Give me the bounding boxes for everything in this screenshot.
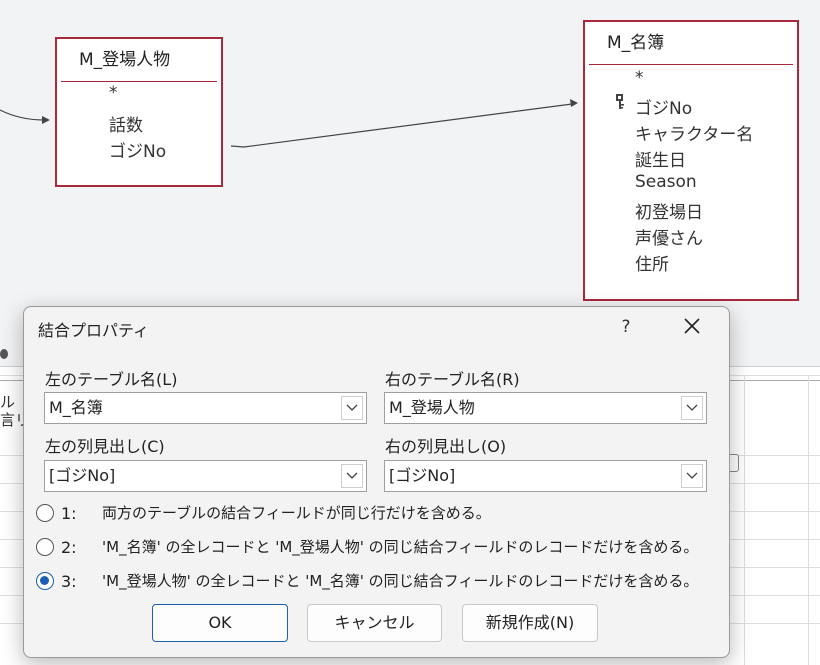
field-address[interactable]: 住所 [635, 250, 669, 275]
field-all[interactable]: * [635, 68, 644, 88]
right-column-value: [ゴジNo] [389, 466, 456, 485]
field-goji-no[interactable]: ゴジNo [635, 94, 692, 119]
left-column-label: 左の列見出し(C) [45, 437, 165, 456]
field-season[interactable]: Season [635, 172, 697, 192]
join-arrow-left [42, 116, 50, 124]
chevron-down-icon [686, 472, 698, 479]
join-option-1-label[interactable]: 両方のテーブルの結合フィールドが同じ行だけを含める。 [102, 502, 491, 523]
right-column-label: 右の列見出し(O) [385, 437, 507, 456]
join-line-goji[interactable] [230, 103, 573, 148]
chevron-down-icon [346, 472, 358, 479]
join-arrow-right [570, 99, 578, 107]
field-wasuu[interactable]: 話数 [109, 111, 143, 136]
join-line-left[interactable] [0, 109, 45, 121]
left-column-select[interactable]: [ゴジNo] [44, 460, 367, 492]
table-toujou-jinbutsu[interactable]: M_登場人物 * 話数 ゴジNo [55, 37, 223, 187]
field-birthday[interactable]: 誕生日 [635, 146, 686, 171]
table-title[interactable]: M_登場人物 [61, 39, 217, 82]
left-column-value: [ゴジNo] [49, 466, 116, 485]
join-properties-dialog: 結合プロパティ ? 左のテーブル名(L) 右のテーブル名(R) M_名簿 M_登… [23, 306, 730, 658]
left-table-label: 左のテーブル名(L) [45, 370, 178, 389]
close-icon[interactable] [679, 313, 705, 339]
right-column-select[interactable]: [ゴジNo] [384, 460, 707, 492]
join-option-3-radio[interactable] [36, 572, 54, 590]
join-option-3-number: 3: [61, 572, 77, 591]
cancel-button[interactable]: キャンセル [307, 604, 442, 642]
chevron-down-icon [346, 404, 358, 411]
join-option-1-number: 1: [61, 504, 77, 523]
field-character-name[interactable]: キャラクター名 [635, 120, 753, 145]
field-first-appearance[interactable]: 初登場日 [635, 198, 703, 223]
chevron-down-icon [686, 404, 698, 411]
ok-button[interactable]: OK [152, 604, 288, 642]
left-table-value: M_名簿 [49, 398, 103, 417]
dropdown-button[interactable] [341, 396, 363, 420]
primary-key-icon [616, 94, 624, 109]
right-table-value: M_登場人物 [389, 398, 475, 417]
help-button[interactable]: ? [614, 315, 638, 339]
join-option-2-radio[interactable] [36, 538, 54, 556]
table-meibo[interactable]: M_名簿 * ゴジNo キャラクター名 誕生日 Season 初登場日 声優さん… [583, 20, 799, 301]
dropdown-button[interactable] [681, 464, 703, 488]
right-table-label: 右のテーブル名(R) [385, 370, 520, 389]
join-option-2-label[interactable]: 'M_名簿' の全レコードと 'M_登場人物' の同じ結合フィールドのレコードだ… [102, 536, 698, 557]
table-title[interactable]: M_名簿 [589, 22, 793, 65]
field-all[interactable]: * [109, 83, 118, 103]
dropdown-button[interactable] [681, 396, 703, 420]
join-option-3-label[interactable]: 'M_登場人物' の全レコードと 'M_名簿' の同じ結合フィールドのレコードだ… [102, 570, 698, 591]
dialog-title: 結合プロパティ [38, 321, 150, 340]
field-voice-actor[interactable]: 声優さん [635, 224, 703, 249]
join-option-1-radio[interactable] [36, 504, 54, 522]
field-goji-no[interactable]: ゴジNo [109, 137, 166, 162]
join-option-2-number: 2: [61, 538, 77, 557]
dropdown-button[interactable] [341, 464, 363, 488]
left-table-select[interactable]: M_名簿 [44, 392, 367, 424]
new-button[interactable]: 新規作成(N) [462, 604, 598, 642]
splitter-handle[interactable] [0, 349, 8, 359]
right-table-select[interactable]: M_登場人物 [384, 392, 707, 424]
